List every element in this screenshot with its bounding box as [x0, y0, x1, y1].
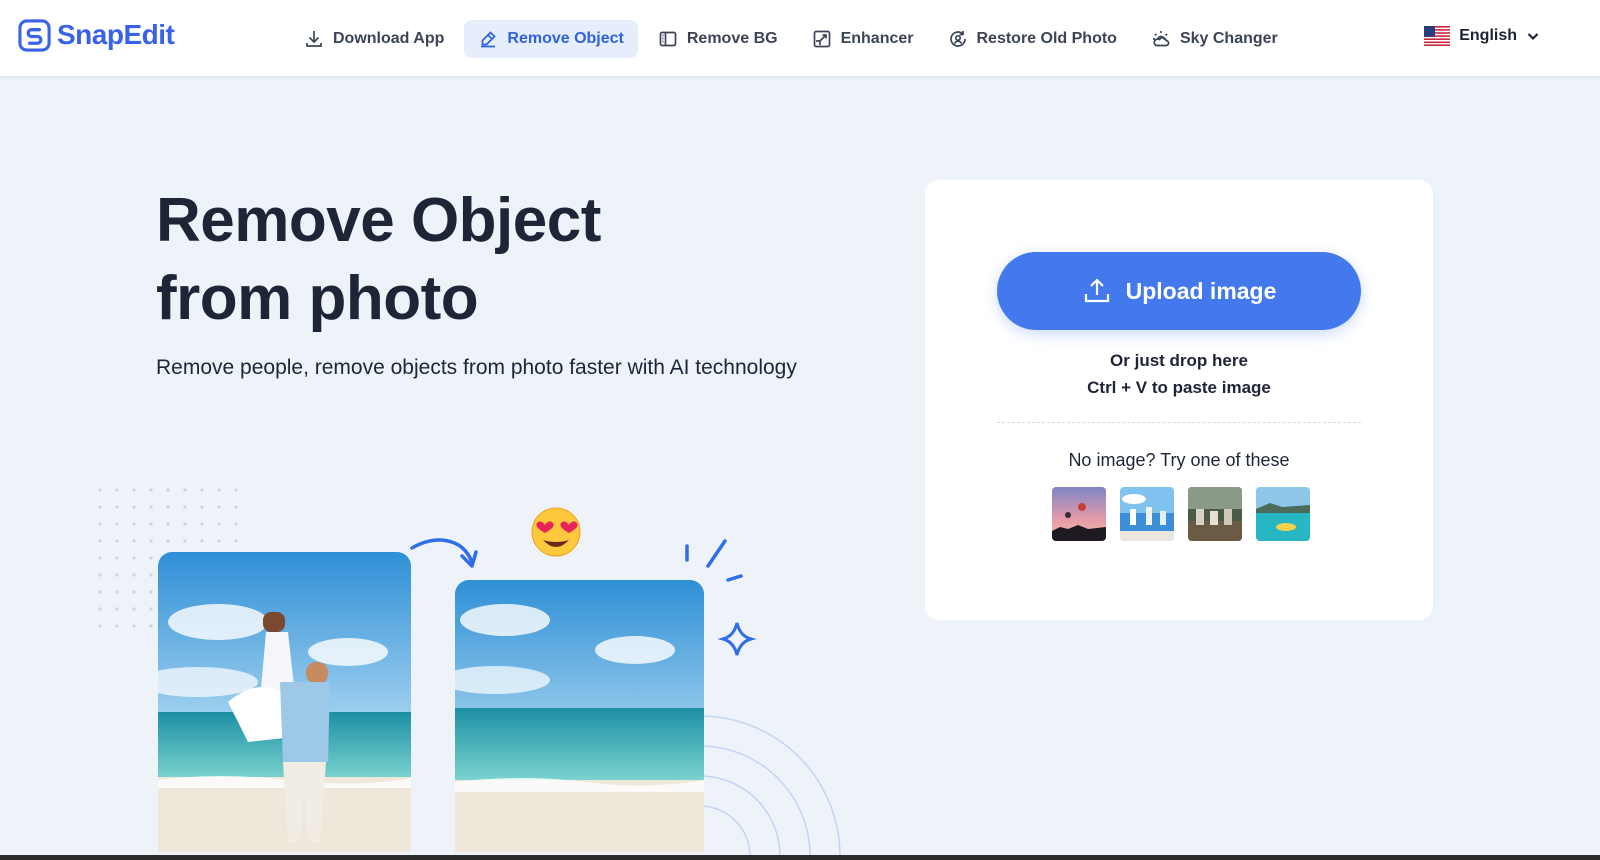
top-navigation-bar: SnapEdit Download App Remove Object Remo… [0, 0, 1600, 77]
samples-label: No image? Try one of these [1068, 450, 1290, 470]
nav-sky-changer[interactable]: Sky Changer [1137, 20, 1292, 58]
remove-bg-icon [659, 31, 677, 47]
nav-label: Remove Object [507, 30, 624, 47]
nav-remove-bg[interactable]: Remove BG [644, 20, 792, 58]
main-nav: Download App Remove Object Remove BG Enh… [290, 20, 1292, 58]
heart-eyes-emoji-icon [531, 507, 581, 557]
page-title: Remove Object from photo [156, 182, 601, 338]
brand-name: SnapEdit [57, 19, 175, 50]
language-selector[interactable]: English [1424, 26, 1540, 46]
title-line-2-highlighted: from photo [156, 260, 479, 338]
nav-label: Download App [333, 30, 445, 47]
drop-hint: Or just drop here [1110, 351, 1248, 370]
upload-card: Upload image Or just drop here Ctrl + V … [925, 180, 1433, 620]
restore-icon [949, 31, 966, 47]
sample-sunset-balloons[interactable] [1052, 487, 1106, 541]
language-label: English [1459, 27, 1517, 44]
upload-button-label: Upload image [1125, 277, 1277, 304]
sample-group-garden[interactable] [1188, 487, 1242, 541]
sample-images [1052, 487, 1310, 541]
sparkle-lines-icon [685, 539, 743, 582]
enhance-icon [813, 30, 830, 48]
download-icon [306, 31, 322, 47]
nav-restore-old-photo[interactable]: Restore Old Photo [934, 20, 1131, 58]
curved-arrow-icon [410, 538, 474, 564]
us-flag-icon [1424, 26, 1451, 46]
sky-icon [1152, 31, 1170, 47]
sample-beach-people[interactable] [1120, 487, 1174, 541]
nav-label: Restore Old Photo [976, 30, 1117, 47]
page-subtitle: Remove people, remove objects from photo… [156, 356, 797, 379]
sparkle-star-icon [717, 622, 757, 656]
eraser-icon [481, 31, 497, 48]
sample-tropical-island[interactable] [1256, 487, 1310, 541]
nav-enhancer[interactable]: Enhancer [798, 20, 928, 58]
chevron-down-icon [1527, 33, 1539, 41]
title-line-1: Remove Object [156, 186, 601, 255]
beach-empty-image [455, 580, 704, 852]
nav-label: Sky Changer [1179, 30, 1278, 47]
concentric-arcs-decoration [699, 715, 841, 860]
dashed-divider [997, 422, 1361, 423]
beach-couple-image [158, 552, 411, 852]
before-photo [158, 552, 411, 852]
nav-label: Remove BG [686, 30, 778, 47]
nav-label: Enhancer [840, 30, 914, 47]
window-bottom-edge [0, 855, 1600, 860]
nav-download-app[interactable]: Download App [290, 20, 458, 58]
upload-icon [1084, 278, 1109, 303]
paste-hint: Ctrl + V to paste image [1087, 378, 1271, 397]
after-photo [455, 580, 704, 852]
snapedit-logo-icon [18, 18, 51, 52]
snapedit-logo[interactable]: SnapEdit [18, 18, 175, 52]
upload-image-button[interactable]: Upload image [997, 252, 1361, 330]
nav-remove-object[interactable]: Remove Object [464, 20, 638, 58]
